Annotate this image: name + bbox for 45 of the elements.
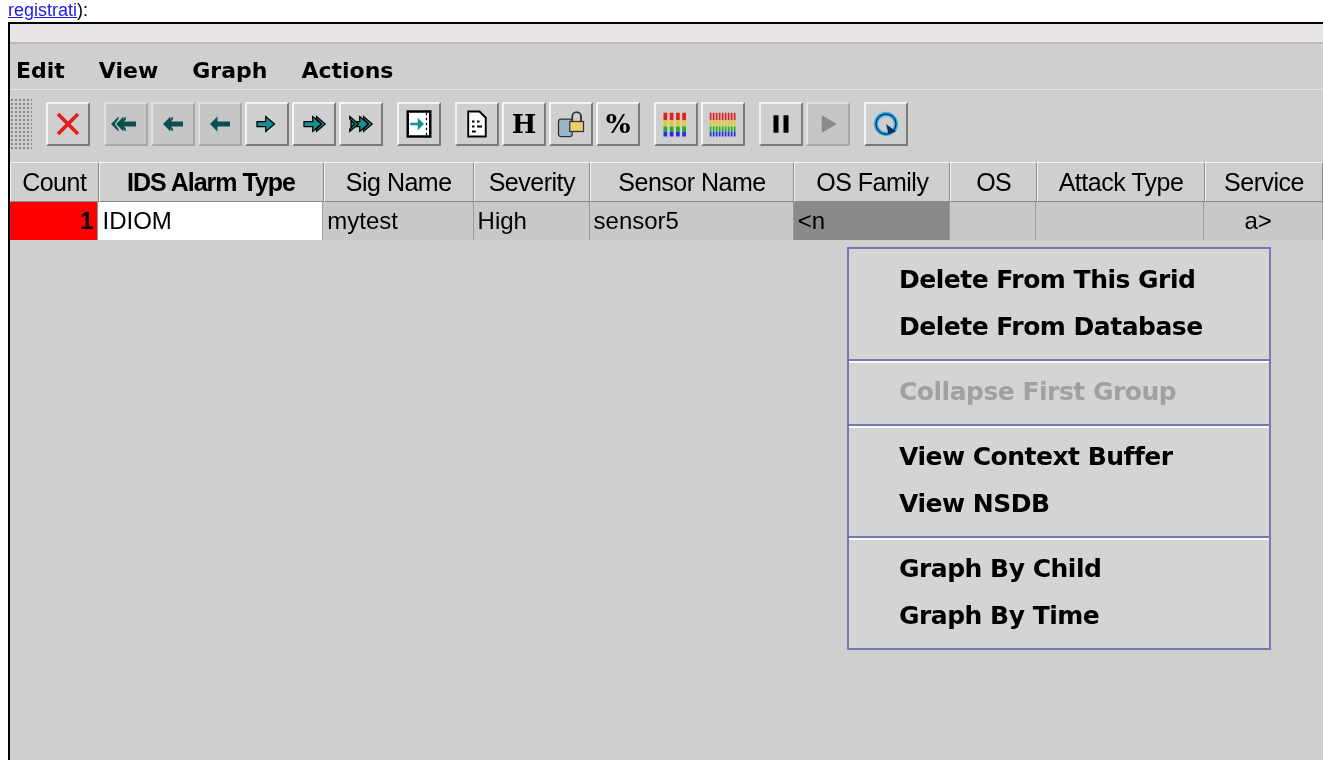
punctuation-text: ): bbox=[77, 0, 89, 20]
next-button[interactable] bbox=[245, 102, 289, 146]
table-cell: IDIOM bbox=[98, 202, 324, 240]
column-header[interactable]: Service bbox=[1205, 162, 1323, 202]
table-cell: a> bbox=[1204, 202, 1323, 240]
column-header[interactable]: OS Family bbox=[794, 162, 951, 202]
database-lock-icon bbox=[556, 109, 586, 139]
document-button[interactable] bbox=[455, 102, 499, 146]
toolbar-button[interactable]: H bbox=[502, 102, 546, 146]
menu-item[interactable]: View Context Buffer bbox=[849, 434, 1269, 481]
next-page-button[interactable] bbox=[292, 102, 336, 146]
table-cell: High bbox=[473, 202, 590, 240]
menu-item[interactable]: Graph bbox=[192, 56, 268, 85]
last-button[interactable] bbox=[339, 102, 383, 146]
toolbar-button[interactable]: % bbox=[596, 102, 640, 146]
table-cell: mytest bbox=[323, 202, 474, 240]
pause-button[interactable] bbox=[759, 102, 803, 146]
toolbar-grip[interactable] bbox=[10, 98, 32, 150]
delete-button[interactable] bbox=[46, 102, 90, 146]
lock-button[interactable] bbox=[549, 102, 593, 146]
menu-item[interactable]: Edit bbox=[16, 56, 65, 85]
menu-item[interactable]: Delete From This Grid bbox=[849, 257, 1269, 304]
column-header[interactable]: Severity bbox=[473, 162, 590, 202]
bars-many-button[interactable] bbox=[701, 102, 745, 146]
bars-button[interactable] bbox=[654, 102, 698, 146]
refresh-icon bbox=[871, 109, 901, 139]
menu-item[interactable]: Actions bbox=[301, 56, 394, 85]
table-cell: sensor5 bbox=[589, 202, 794, 240]
menu-item[interactable]: Graph By Child bbox=[849, 546, 1269, 593]
column-header[interactable]: Attack Type bbox=[1037, 162, 1206, 202]
column-header[interactable]: IDS Alarm Type bbox=[98, 162, 324, 202]
export-icon bbox=[404, 109, 434, 139]
column-header[interactable]: Sig Name bbox=[323, 162, 474, 202]
menu-item[interactable]: Graph By Time bbox=[849, 593, 1269, 640]
column-header[interactable]: Count bbox=[10, 162, 99, 202]
menu-item[interactable]: View NSDB bbox=[849, 481, 1269, 528]
menu-item[interactable]: View bbox=[98, 56, 159, 85]
table-cell: <n bbox=[793, 202, 950, 240]
column-header[interactable]: OS bbox=[950, 162, 1037, 202]
count-cell: 1 bbox=[10, 202, 99, 240]
register-link[interactable]: registrati bbox=[8, 0, 78, 20]
export-button[interactable] bbox=[397, 102, 441, 146]
column-header[interactable]: Sensor Name bbox=[589, 162, 795, 202]
menu-item[interactable]: Delete From Database bbox=[849, 304, 1269, 351]
refresh-button[interactable] bbox=[864, 102, 908, 146]
